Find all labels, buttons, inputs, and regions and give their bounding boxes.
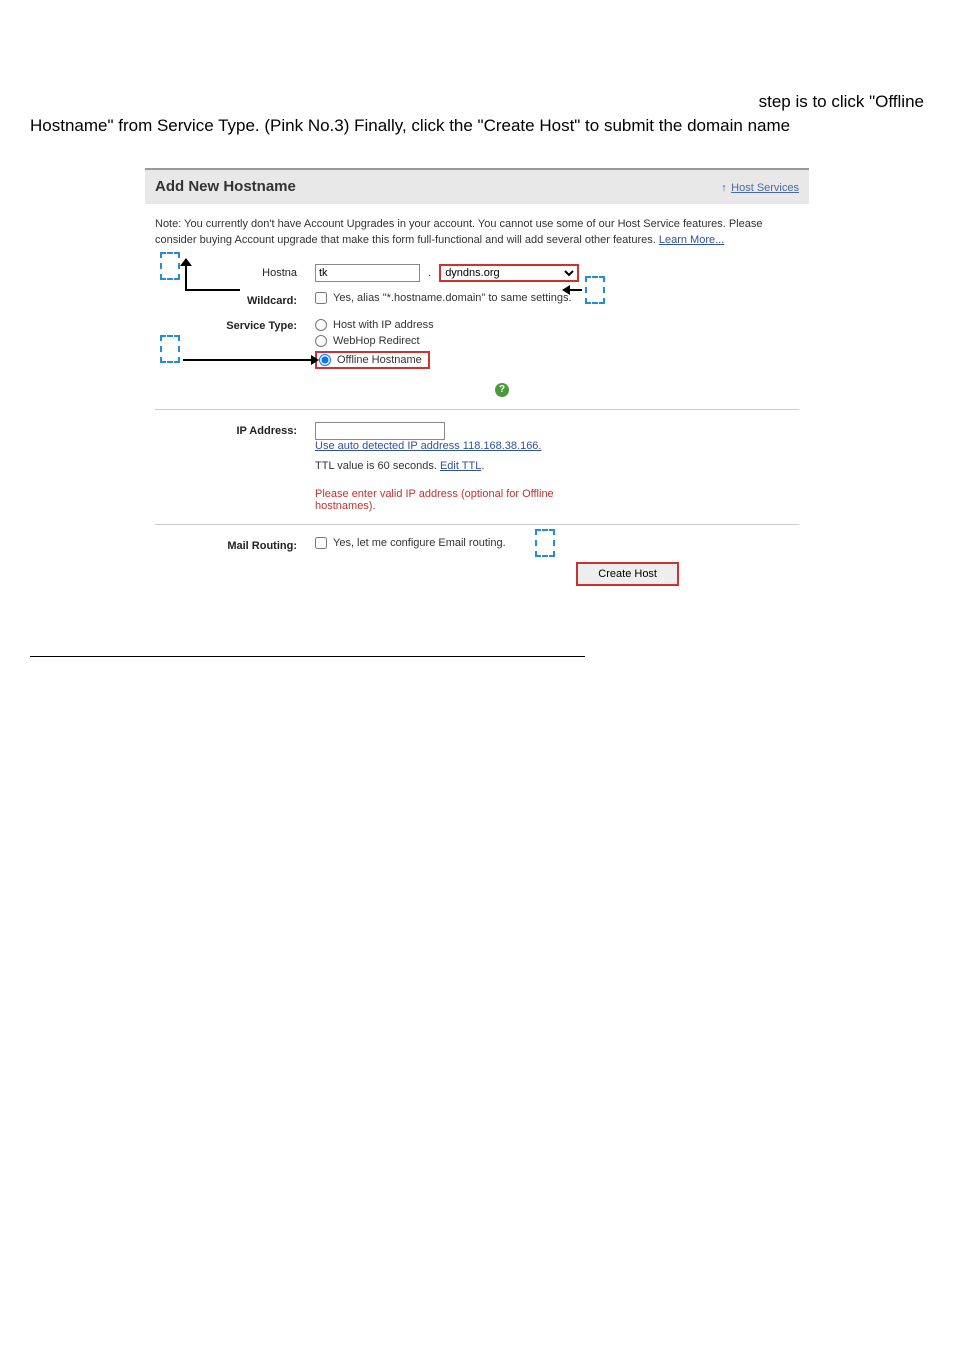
up-arrow-icon: ↑ bbox=[721, 182, 727, 194]
ttl-text-pre: TTL value is 60 seconds. bbox=[315, 460, 440, 472]
help-icon[interactable]: ? bbox=[495, 383, 509, 397]
bottom-divider bbox=[30, 656, 585, 657]
page-title: Add New Hostname bbox=[155, 178, 296, 195]
ip-input[interactable] bbox=[315, 422, 445, 440]
ip-label: IP Address: bbox=[155, 422, 315, 437]
arrow-1-head bbox=[180, 258, 192, 266]
wildcard-checkbox[interactable] bbox=[315, 292, 327, 304]
service-webhop-radio[interactable] bbox=[315, 335, 327, 347]
arrow-1-v bbox=[185, 264, 187, 291]
add-hostname-form: Add New Hostname ↑ Host Services Note: Y… bbox=[145, 168, 809, 606]
create-host-button[interactable]: Create Host bbox=[576, 562, 679, 586]
ip-error-text: Please enter valid IP address (optional … bbox=[315, 488, 595, 512]
service-offline-label: Offline Hostname bbox=[337, 354, 422, 366]
instruction-line2: Hostname" from Service Type. (Pink No.3)… bbox=[30, 116, 790, 135]
edit-ttl-link[interactable]: Edit TTL bbox=[440, 460, 481, 472]
auto-ip-link[interactable]: Use auto detected IP address 118.168.38.… bbox=[315, 440, 541, 452]
learn-more-link[interactable]: Learn More... bbox=[659, 234, 724, 246]
host-services-link[interactable]: Host Services bbox=[731, 182, 799, 194]
dot-separator: . bbox=[423, 267, 436, 279]
wildcard-label: Wildcard: bbox=[155, 292, 315, 307]
service-host-ip-radio[interactable] bbox=[315, 319, 327, 331]
wildcard-text: Yes, alias "*.hostname.domain" to same s… bbox=[333, 292, 572, 304]
mail-text: Yes, let me configure Email routing. bbox=[333, 537, 506, 549]
mail-label: Mail Routing: bbox=[155, 537, 315, 552]
arrow-1 bbox=[185, 289, 240, 291]
mail-checkbox[interactable] bbox=[315, 537, 327, 549]
domain-select[interactable]: dyndns.org bbox=[439, 264, 579, 282]
ttl-text-post: . bbox=[481, 460, 484, 472]
service-type-label: Service Type: bbox=[155, 317, 315, 332]
instruction-line1: step is to click "Offline bbox=[30, 90, 924, 114]
service-webhop-label: WebHop Redirect bbox=[333, 335, 420, 347]
service-offline-radio[interactable] bbox=[319, 354, 331, 366]
service-host-ip-label: Host with IP address bbox=[333, 319, 434, 331]
callout-3 bbox=[160, 335, 180, 363]
arrow-3-head bbox=[311, 355, 319, 365]
callout-4 bbox=[535, 529, 555, 557]
callout-1 bbox=[160, 252, 180, 280]
arrow-3 bbox=[183, 359, 313, 361]
hostname-input[interactable] bbox=[315, 264, 420, 282]
